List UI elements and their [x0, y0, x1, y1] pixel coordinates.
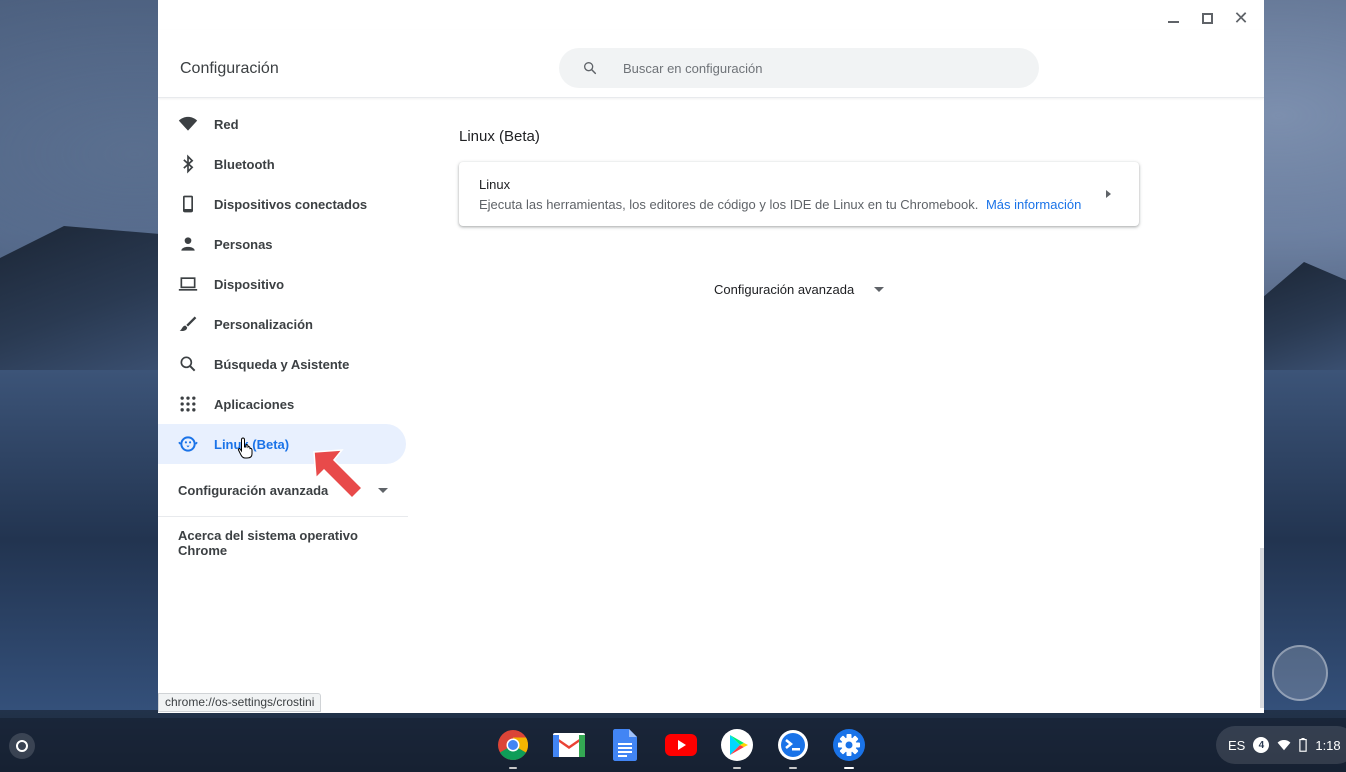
terminal-icon — [778, 730, 808, 760]
penguin-icon — [178, 434, 198, 454]
window-controls: ✕ — [1158, 6, 1256, 30]
phone-icon — [178, 194, 198, 214]
sidebar-item-connected-devices[interactable]: Dispositivos conectados — [158, 184, 408, 224]
sidebar-item-about[interactable]: Acerca del sistema operativo Chrome — [158, 517, 408, 569]
section-title: Linux (Beta) — [459, 128, 540, 145]
maximize-icon — [1201, 12, 1213, 24]
play-store-app[interactable] — [720, 728, 754, 769]
sidebar: Red Bluetooth Dispositivos conectados Pe… — [158, 104, 408, 569]
maximize-button[interactable] — [1192, 6, 1222, 30]
gmail-app[interactable] — [552, 728, 586, 762]
sidebar-advanced-label: Configuración avanzada — [178, 482, 329, 498]
chrome-icon — [498, 730, 529, 761]
close-icon: ✕ — [1233, 8, 1249, 28]
page-title: Configuración — [180, 60, 279, 77]
sidebar-item-label: Red — [214, 116, 239, 132]
app-indicator — [844, 767, 854, 769]
sidebar-item-label: Personalización — [214, 316, 313, 332]
brush-icon — [178, 314, 198, 334]
card-description: Ejecuta las herramientas, los editores d… — [479, 197, 1081, 212]
sidebar-advanced-toggle[interactable]: Configuración avanzada — [158, 470, 408, 510]
search-icon — [178, 354, 198, 374]
hand-cursor-icon — [237, 437, 253, 459]
play-store-icon — [721, 729, 753, 761]
chrome-app[interactable] — [496, 728, 530, 769]
wifi-icon — [1277, 740, 1291, 751]
apps-grid-icon — [178, 394, 198, 414]
sidebar-item-search-assistant[interactable]: Búsqueda y Asistente — [158, 344, 408, 384]
youtube-icon — [665, 734, 697, 756]
sidebar-item-personalization[interactable]: Personalización — [158, 304, 408, 344]
app-indicator — [733, 767, 741, 769]
language-indicator: ES — [1228, 737, 1246, 753]
minimize-icon — [1167, 21, 1179, 23]
sidebar-item-device[interactable]: Dispositivo — [158, 264, 408, 304]
person-icon — [178, 234, 198, 254]
shelf: ES 4 1:18 — [0, 718, 1346, 772]
minimize-button[interactable] — [1158, 6, 1188, 30]
wallpaper-mountain — [1262, 262, 1346, 370]
launcher-icon — [16, 740, 28, 752]
status-url: chrome://os-settings/crostini — [158, 693, 322, 712]
watermark-logo — [1272, 645, 1328, 701]
settings-header: Configuración — [158, 30, 1264, 98]
sidebar-item-label: Aplicaciones — [214, 396, 295, 412]
docs-icon — [613, 729, 637, 761]
card-description-text: Ejecuta las herramientas, los editores d… — [479, 197, 979, 212]
more-info-link[interactable]: Más información — [986, 197, 1081, 212]
status-tray[interactable]: ES 4 1:18 — [1216, 726, 1346, 764]
notification-badge: 4 — [1253, 737, 1270, 753]
terminal-app[interactable] — [776, 728, 810, 769]
advanced-settings-label: Configuración avanzada — [714, 282, 855, 297]
chevron-down-icon — [874, 287, 885, 292]
app-indicator — [789, 767, 797, 769]
gmail-icon — [553, 733, 585, 757]
search-input[interactable] — [623, 48, 1003, 88]
sidebar-item-red[interactable]: Red — [158, 104, 408, 144]
chevron-right-icon — [1106, 190, 1111, 198]
search-box[interactable] — [559, 48, 1039, 88]
sidebar-item-apps[interactable]: Aplicaciones — [158, 384, 408, 424]
launcher-button[interactable] — [9, 733, 35, 759]
sidebar-item-label: Dispositivos conectados — [214, 196, 368, 212]
laptop-icon — [178, 274, 198, 294]
settings-window: ✕ Configuración Red Bluetooth — [158, 0, 1264, 713]
settings-icon — [833, 729, 865, 761]
chevron-down-icon — [378, 487, 388, 493]
search-icon — [584, 62, 597, 75]
wallpaper-mountain — [0, 226, 160, 370]
linux-card[interactable]: Linux Ejecuta las herramientas, los edit… — [459, 162, 1139, 226]
advanced-settings-toggle[interactable]: Configuración avanzada — [714, 282, 885, 297]
sidebar-item-label: Bluetooth — [214, 156, 275, 172]
app-indicator — [509, 767, 517, 769]
wallpaper-lake — [0, 370, 160, 710]
scrollbar[interactable] — [1260, 548, 1264, 708]
card-title: Linux — [479, 177, 511, 192]
youtube-app[interactable] — [664, 728, 698, 762]
sidebar-item-linux[interactable]: Linux (Beta) — [158, 424, 406, 464]
sidebar-item-label: Dispositivo — [214, 276, 285, 292]
sidebar-item-bluetooth[interactable]: Bluetooth — [158, 144, 408, 184]
sidebar-item-label: Personas — [214, 236, 273, 252]
docs-app[interactable] — [608, 728, 642, 762]
sidebar-item-label: Búsqueda y Asistente — [214, 356, 350, 372]
sidebar-item-people[interactable]: Personas — [158, 224, 408, 264]
close-button[interactable]: ✕ — [1226, 6, 1256, 30]
battery-icon — [1299, 738, 1308, 752]
bluetooth-icon — [178, 154, 198, 174]
clock: 1:18 — [1315, 737, 1341, 753]
wifi-icon — [178, 114, 198, 134]
settings-app[interactable] — [832, 728, 866, 769]
annotation-arrow-icon — [313, 449, 364, 500]
